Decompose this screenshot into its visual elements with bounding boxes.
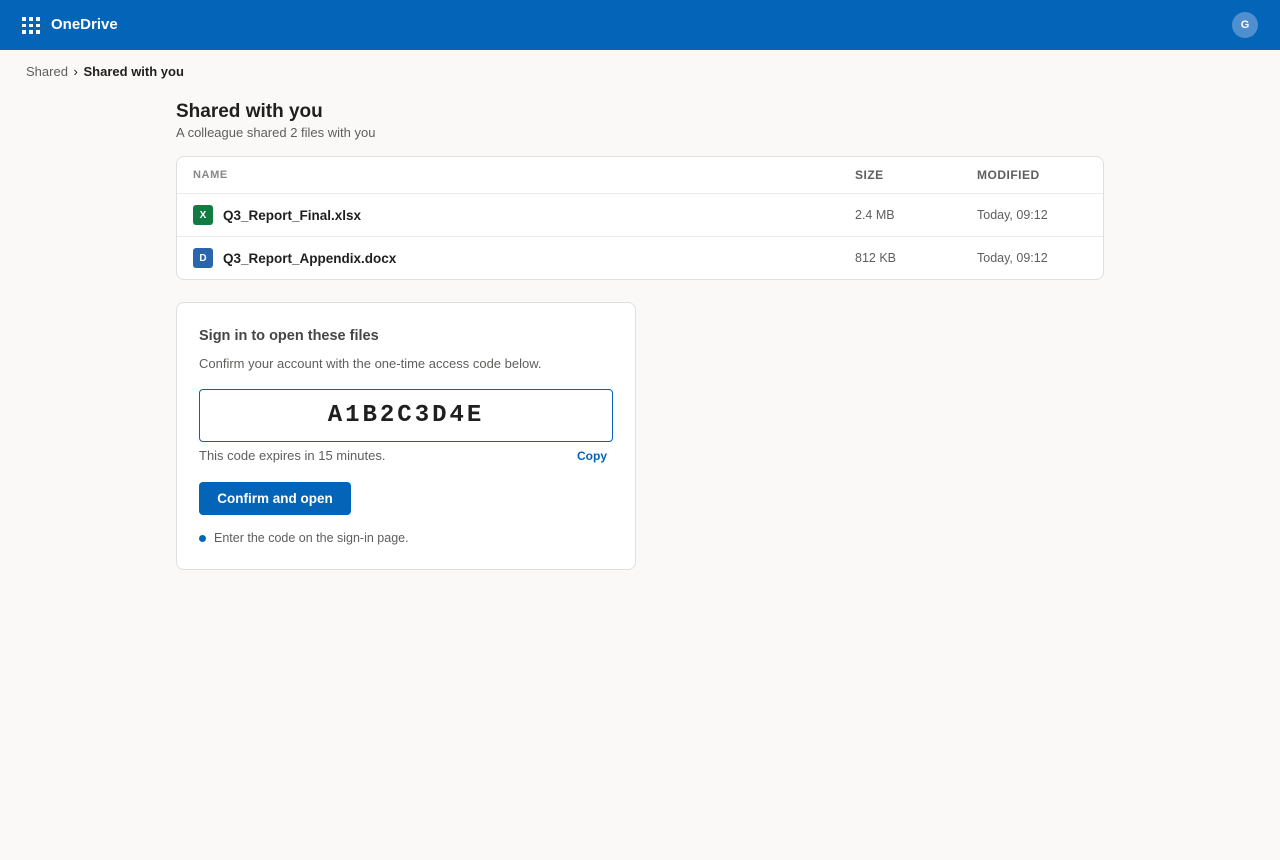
column-header-modified[interactable]: MODIFIED (977, 169, 1040, 182)
breadcrumb-separator: › (73, 64, 78, 79)
excel-file-icon: X (193, 205, 213, 225)
file-size: 812 KB (855, 251, 897, 265)
column-header-name[interactable]: NAME (193, 169, 228, 182)
table-row[interactable]: X Q3_Report_Final.xlsx 2.4 MB Today, 09:… (177, 194, 1103, 237)
page-title: Shared with you (176, 101, 323, 122)
table-row[interactable]: D Q3_Report_Appendix.docx 812 KB Today, … (177, 237, 1103, 279)
column-header-size[interactable]: SIZE (855, 169, 884, 182)
confirm-and-open-button[interactable]: Confirm and open (199, 482, 351, 515)
breadcrumb: Shared › Shared with you (26, 64, 184, 79)
table-header: NAME SIZE MODIFIED (177, 157, 1103, 194)
app-launcher-icon[interactable] (22, 17, 40, 34)
page-subtitle: A colleague shared 2 files with you (176, 125, 376, 140)
file-size: 2.4 MB (855, 208, 895, 222)
signin-description: Confirm your account with the one-time a… (199, 356, 542, 371)
signin-hint-text: Enter the code on the sign-in page. (214, 531, 409, 545)
word-file-icon: D (193, 248, 213, 268)
top-bar: OneDrive G (0, 0, 1280, 50)
bullet-dot-icon (199, 535, 206, 542)
file-name[interactable]: Q3_Report_Appendix.docx (223, 251, 396, 267)
file-name[interactable]: Q3_Report_Final.xlsx (223, 208, 361, 224)
signin-card: Sign in to open these files Confirm your… (176, 302, 636, 570)
file-modified: Today, 09:12 (977, 251, 1048, 265)
breadcrumb-shared-link[interactable]: Shared (26, 64, 68, 79)
signin-title: Sign in to open these files (199, 328, 379, 344)
file-table: NAME SIZE MODIFIED X Q3_Report_Final.xls… (176, 156, 1104, 280)
access-code-display[interactable]: A1B2C3D4E (199, 389, 613, 442)
signin-hint: Enter the code on the sign-in page. (199, 531, 409, 546)
app-title[interactable]: OneDrive (51, 16, 118, 34)
file-modified: Today, 09:12 (977, 208, 1048, 222)
code-expiry-text: This code expires in 15 minutes. (199, 448, 386, 463)
breadcrumb-current: Shared with you (83, 64, 184, 79)
copy-code-button[interactable]: Copy (577, 449, 607, 463)
user-avatar[interactable]: G (1232, 12, 1258, 38)
